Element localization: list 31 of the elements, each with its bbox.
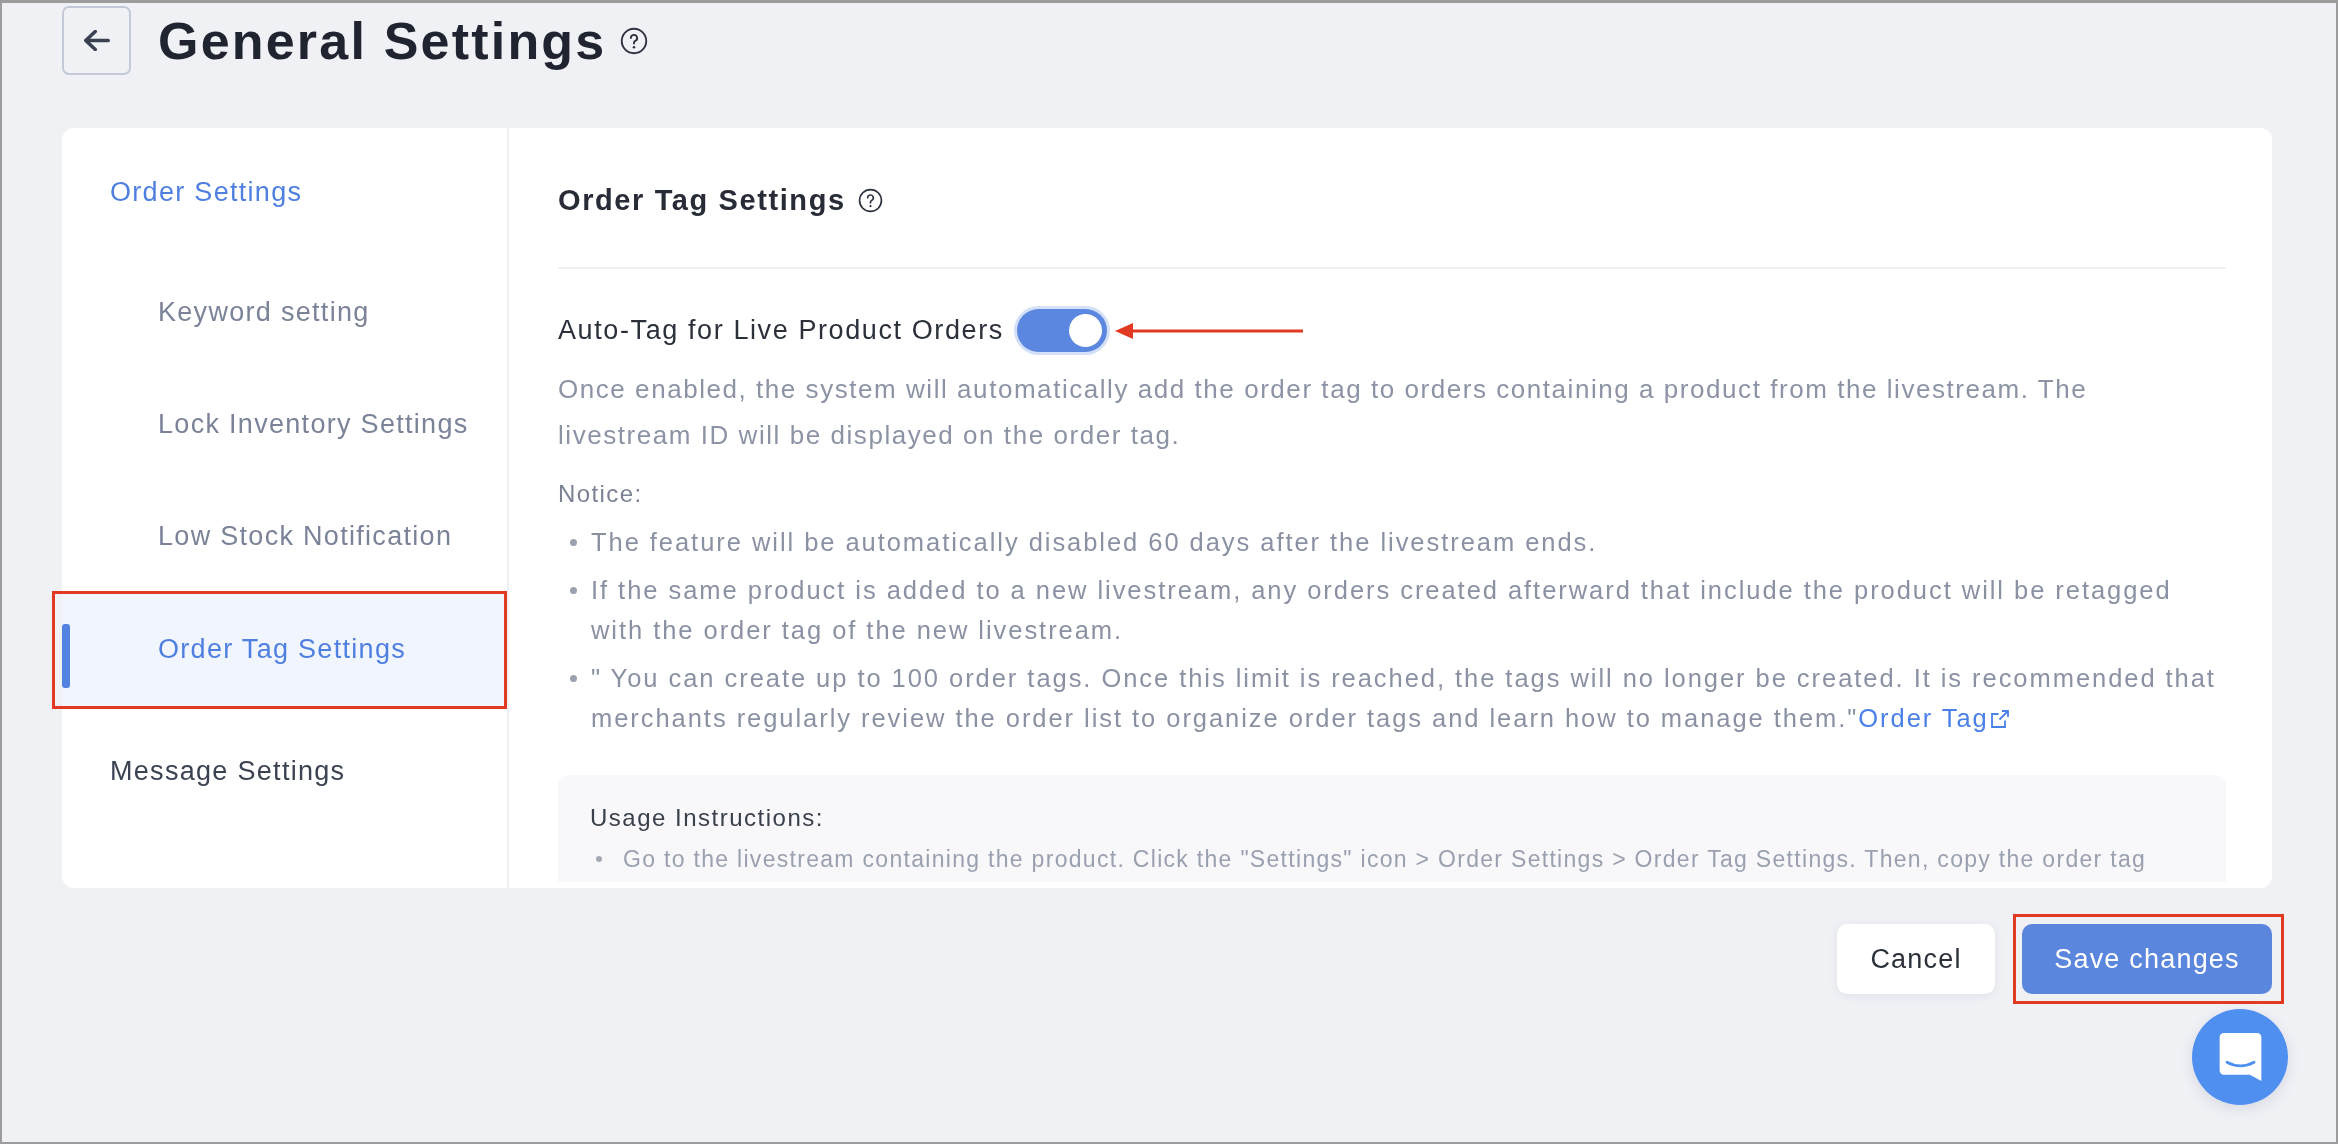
usage-step: Go to the livestream containing the product. Click the "Settings" icon > Order Settings > Order Tag Settings. Then, copy the order tag [623,844,2147,874]
notice-item: If the same product is added to a new livestream, any orders created afterward that include the product will be retagged with the order tag of the new livestream. [591,575,2173,646]
auto-tag-toggle[interactable] [1016,309,1107,352]
sidebar-item[interactable]: Lock Inventory Settings [62,368,507,480]
usage-title: Usage Instructions: [590,803,825,833]
help-icon[interactable] [620,26,649,55]
bullet-icon [596,856,602,862]
notice-item: " You can create up to 100 order tags. Once this limit is reached, the tags will no longer be created. It is recommended that merchants regularly review the order list to organize order tags and learn how to manage them."Order Tag [591,663,2217,734]
section-title: Order Tag Settings [558,183,846,217]
sidebar-group[interactable]: Order Settings [62,136,507,248]
bullet-icon [570,587,577,594]
sidebar-item[interactable]: Keyword setting [62,256,507,368]
notice-item: The feature will be automatically disabled 60 days after the livestream ends. [591,527,1598,558]
help-icon[interactable] [857,187,883,213]
toggle-label: Auto-Tag for Live Product Orders [558,315,1004,346]
external-link-icon [1990,710,2009,728]
back-button[interactable] [62,6,131,75]
page-title: General Settings [158,10,607,71]
order-tag-link[interactable]: Order Tag [1858,704,2009,732]
arrow-left-icon [83,30,110,51]
bullet-icon [570,675,577,682]
cancel-button[interactable]: Cancel [1837,924,1995,994]
notice-title: Notice: [558,479,644,509]
selection-indicator [62,624,70,688]
chat-bubble-icon [2218,1033,2262,1081]
sidebar-item[interactable]: Low Stock Notification [62,480,507,592]
save-button[interactable]: Save changes [2022,924,2272,994]
bullet-icon [570,539,577,546]
sidebar-item[interactable]: Order Tag Settings [62,592,507,707]
toggle-description: Once enabled, the system will automatically add the order tag to orders containing a product from the livestream. The livestream ID will be displayed on the order tag. [558,373,2089,452]
sidebar-group[interactable]: Message Settings [62,715,507,827]
